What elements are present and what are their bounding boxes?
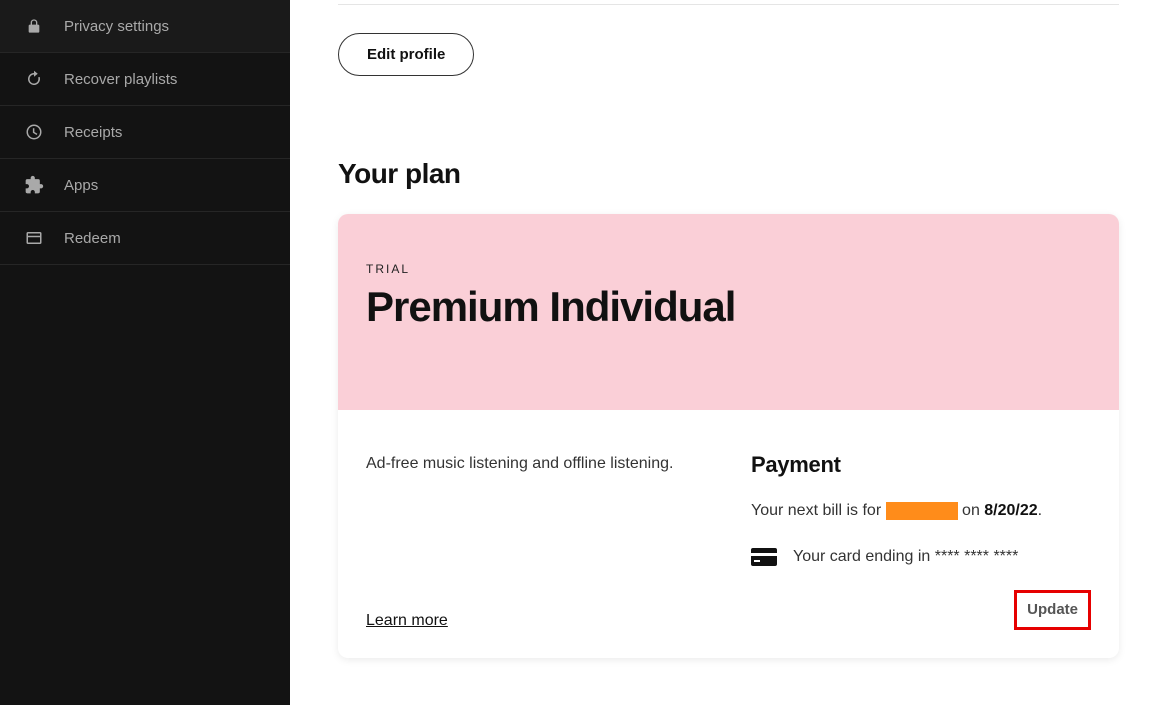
update-button[interactable]: Update <box>1027 601 1078 618</box>
next-bill-date: 8/20/22 <box>984 502 1037 519</box>
sidebar-item-label: Recover playlists <box>64 71 177 88</box>
plan-left: Ad-free music listening and offline list… <box>366 452 711 630</box>
clock-icon <box>24 122 44 142</box>
next-bill-on: on <box>958 502 985 519</box>
plan-badge: TRIAL <box>366 262 1091 276</box>
plan-name: Premium Individual <box>366 284 1091 330</box>
plan-description: Ad-free music listening and offline list… <box>366 452 711 476</box>
lock-icon <box>24 16 44 36</box>
plan-body: Ad-free music listening and offline list… <box>338 410 1119 658</box>
card-masked: **** **** **** <box>935 548 1019 565</box>
payment-panel: Payment Your next bill is for on 8/20/22… <box>751 452 1091 630</box>
divider <box>338 4 1119 5</box>
learn-more-link[interactable]: Learn more <box>366 500 711 630</box>
next-bill-prefix: Your next bill is for <box>751 502 886 519</box>
sidebar-item-label: Receipts <box>64 124 122 141</box>
main-content: Edit profile Your plan TRIAL Premium Ind… <box>290 0 1167 705</box>
puzzle-icon <box>24 175 44 195</box>
sidebar-item-label: Apps <box>64 177 98 194</box>
next-bill-line: Your next bill is for on 8/20/22. <box>751 502 1091 520</box>
card-text: Your card ending in **** **** **** <box>793 548 1018 566</box>
plan-section-heading: Your plan <box>338 158 1119 190</box>
sidebar-item-privacy[interactable]: Privacy settings <box>0 0 290 53</box>
card-prefix: Your card ending in <box>793 548 935 565</box>
redacted-amount <box>886 502 958 520</box>
update-button-highlight: Update <box>1014 590 1091 630</box>
sidebar-item-recover[interactable]: Recover playlists <box>0 53 290 106</box>
payment-title: Payment <box>751 452 1091 478</box>
sidebar-item-label: Redeem <box>64 230 121 247</box>
card-line: Your card ending in **** **** **** <box>751 548 1091 566</box>
sidebar-item-label: Privacy settings <box>64 18 169 35</box>
plan-header: TRIAL Premium Individual <box>338 214 1119 410</box>
sidebar: Privacy settings Recover playlists Recei… <box>0 0 290 705</box>
refresh-icon <box>24 69 44 89</box>
next-bill-period: . <box>1038 502 1042 519</box>
edit-profile-button[interactable]: Edit profile <box>338 33 474 76</box>
sidebar-item-apps[interactable]: Apps <box>0 159 290 212</box>
credit-card-icon <box>751 548 777 566</box>
sidebar-item-receipts[interactable]: Receipts <box>0 106 290 159</box>
sidebar-item-redeem[interactable]: Redeem <box>0 212 290 265</box>
plan-card: TRIAL Premium Individual Ad-free music l… <box>338 214 1119 658</box>
card-icon <box>24 228 44 248</box>
